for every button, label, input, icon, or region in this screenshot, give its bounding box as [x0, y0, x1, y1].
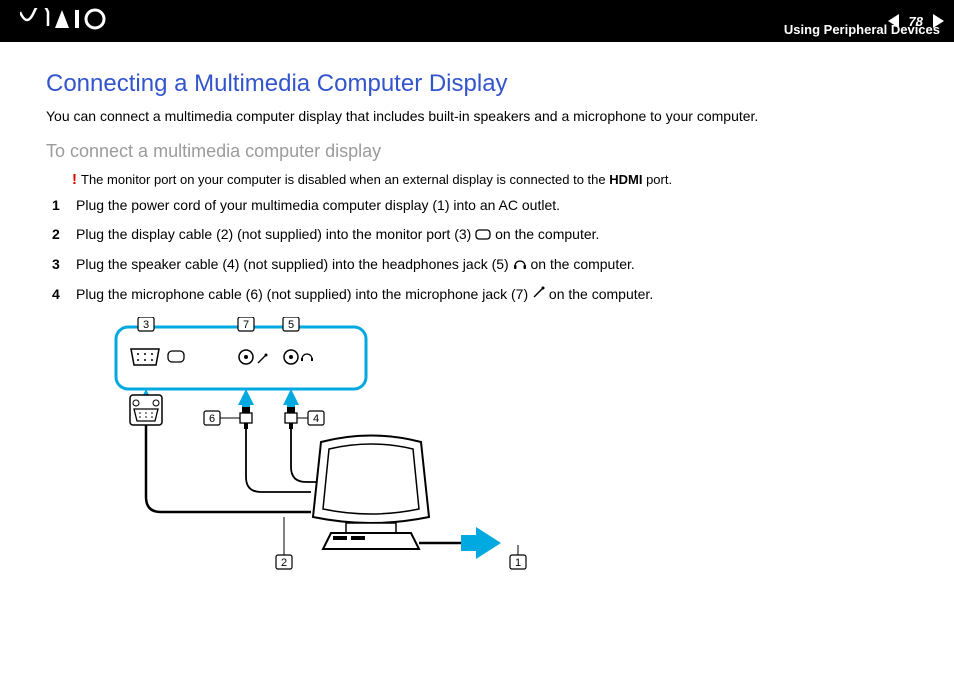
- step-text: Plug the speaker cable (4) (not supplied…: [76, 254, 635, 276]
- microphone-icon: [532, 284, 545, 305]
- step-2: 2 Plug the display cable (2) (not suppli…: [52, 224, 908, 246]
- page-title: Connecting a Multimedia Computer Display: [46, 70, 908, 98]
- svg-text:3: 3: [143, 319, 149, 331]
- step-1: 1 Plug the power cord of your multimedia…: [52, 195, 908, 216]
- connection-diagram: 3 7 5 6 4: [86, 317, 908, 580]
- page-subtitle: To connect a multimedia computer display: [46, 141, 908, 162]
- step-number: 1: [52, 195, 76, 216]
- svg-text:2: 2: [281, 557, 287, 569]
- step-list: 1 Plug the power cord of your multimedia…: [52, 195, 908, 305]
- step-4: 4 Plug the microphone cable (6) (not sup…: [52, 284, 908, 306]
- intro-text: You can connect a multimedia computer di…: [46, 106, 908, 127]
- svg-text:5: 5: [288, 319, 294, 331]
- svg-text:1: 1: [515, 557, 521, 569]
- section-label: Using Peripheral Devices: [784, 22, 940, 37]
- step-number: 3: [52, 254, 76, 275]
- svg-text:7: 7: [243, 319, 249, 331]
- page-content: Connecting a Multimedia Computer Display…: [0, 42, 954, 590]
- step-number: 2: [52, 224, 76, 245]
- svg-text:4: 4: [313, 413, 319, 425]
- step-text: Plug the display cable (2) (not supplied…: [76, 224, 599, 246]
- svg-text:6: 6: [209, 413, 215, 425]
- step-3: 3 Plug the speaker cable (4) (not suppli…: [52, 254, 908, 276]
- step-text: Plug the power cord of your multimedia c…: [76, 195, 560, 216]
- warning-text: The monitor port on your computer is dis…: [81, 172, 672, 187]
- step-number: 4: [52, 284, 76, 305]
- step-text: Plug the microphone cable (6) (not suppl…: [76, 284, 653, 306]
- headphones-icon: [513, 255, 527, 276]
- warning-icon: !: [72, 172, 77, 187]
- vaio-logo: [20, 6, 120, 37]
- monitor-port-icon: [475, 225, 491, 246]
- warning-note: ! The monitor port on your computer is d…: [72, 172, 908, 187]
